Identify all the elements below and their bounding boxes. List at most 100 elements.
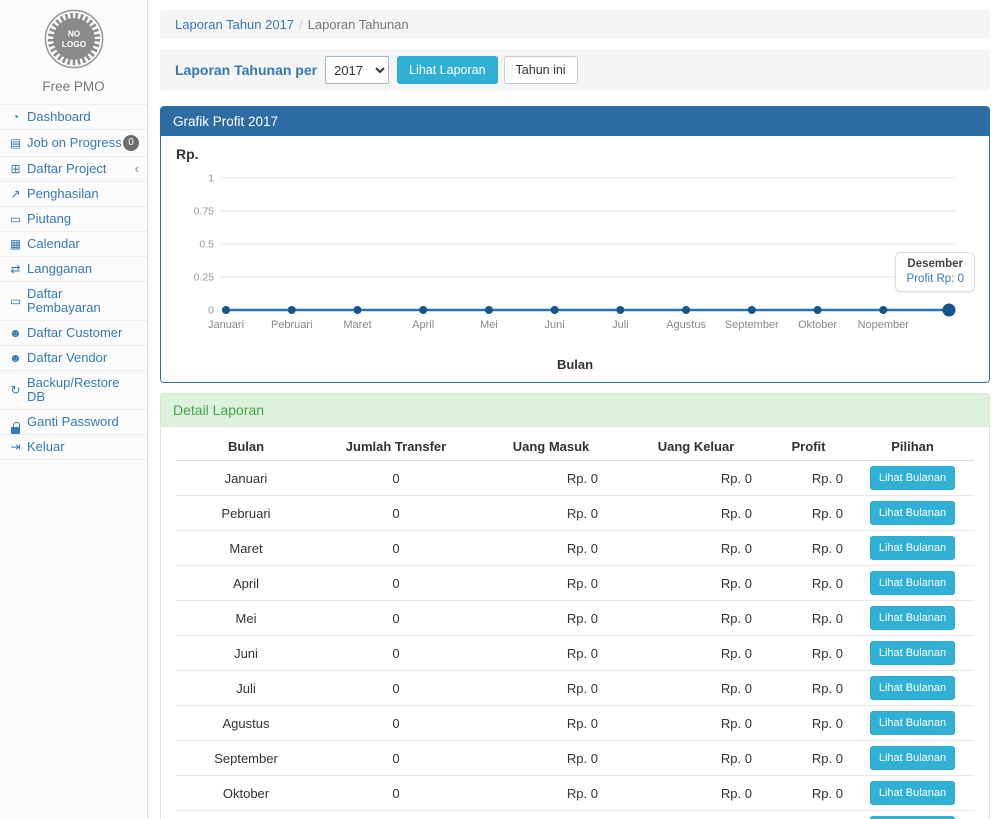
cell-jumlah-transfer: 0 [316,461,476,496]
x-axis-title: Bulan [175,357,975,372]
table-row: Juni0Rp. 0Rp. 0Rp. 0Lihat Bulanan [176,636,974,671]
sidebar-item-piutang[interactable]: ▭Piutang [0,207,147,232]
cell-jumlah-transfer: 0 [316,706,476,741]
toolbar-label: Laporan Tahunan per [175,62,317,78]
cell-bulan: Agustus [176,706,316,741]
y-tick-label: 0.75 [194,206,215,218]
report-toolbar: Laporan Tahunan per 2017 Lihat Laporan T… [160,49,990,91]
dashboard-icon: ◔ [7,110,24,124]
sidebar-item-job-on-progress[interactable]: ▤Job on Progress0 [0,130,147,157]
data-point-januari[interactable] [222,306,230,314]
sidebar-item-label: Langganan [27,262,92,276]
x-tick-label: April [412,319,434,331]
money-icon: ▭ [7,294,24,308]
sidebar-item-daftar-vendor[interactable]: ☻Daftar Vendor [0,346,147,371]
sidebar-item-dashboard[interactable]: ◔Dashboard [0,105,147,130]
data-point-oktober[interactable] [814,306,822,314]
lihat-bulanan-button[interactable]: Lihat Bulanan [870,711,955,735]
lihat-bulanan-button[interactable]: Lihat Bulanan [870,571,955,595]
sidebar-item-daftar-customer[interactable]: ☻Daftar Customer [0,321,147,346]
sidebar-item-daftar-project[interactable]: ⊞Daftar Project‹ [0,157,147,182]
lihat-bulanan-button[interactable]: Lihat Bulanan [870,676,955,700]
detail-laporan-panel: Detail Laporan BulanJumlah TransferUang … [160,393,990,819]
column-header-profit: Profit [766,433,851,461]
lihat-bulanan-button[interactable]: Lihat Bulanan [870,536,955,560]
cell-pilihan: Lihat Bulanan [851,671,974,706]
data-point-april[interactable] [419,306,427,314]
x-tick-label: Pebruari [271,319,313,331]
cell-jumlah-transfer: 0 [316,636,476,671]
sidebar-item-label: Piutang [27,212,71,226]
cell-uang-masuk: Rp. 0 [476,671,626,706]
data-point-mei[interactable] [485,306,493,314]
data-point-agustus[interactable] [682,306,690,314]
cell-uang-keluar: Rp. 0 [626,461,766,496]
data-point-nopember[interactable] [879,306,887,314]
cell-uang-keluar: Rp. 0 [626,531,766,566]
data-point-september[interactable] [748,306,756,314]
sidebar-item-ganti-password[interactable]: Ganti Password [0,410,147,435]
lihat-bulanan-button[interactable]: Lihat Bulanan [870,466,955,490]
sidebar-item-backup-restore-db[interactable]: ↻Backup/Restore DB [0,371,147,410]
cell-bulan: Nopember [176,811,316,819]
sidebar-item-label: Daftar Vendor [27,351,107,365]
cell-profit: Rp. 0 [766,601,851,636]
cell-jumlah-transfer: 0 [316,776,476,811]
cell-profit: Rp. 0 [766,706,851,741]
breadcrumb-current: Laporan Tahunan [308,17,409,32]
cell-uang-masuk: Rp. 0 [476,706,626,741]
cell-pilihan: Lihat Bulanan [851,741,974,776]
count-badge: 0 [123,135,139,151]
lihat-laporan-button[interactable]: Lihat Laporan [397,56,497,84]
logo-box: NO LOGO Free PMO [0,0,147,104]
data-point-maret[interactable] [353,306,361,314]
svg-text:NO: NO [67,30,80,39]
cell-pilihan: Lihat Bulanan [851,776,974,811]
lihat-bulanan-button[interactable]: Lihat Bulanan [870,606,955,630]
table-header-row: BulanJumlah TransferUang MasukUang Kelua… [176,433,974,461]
sidebar-item-langganan[interactable]: ⇄Langganan [0,257,147,282]
x-tick-label: Nopember [858,319,910,331]
sidebar-item-daftar-pembayaran[interactable]: ▭Daftar Pembayaran [0,282,147,321]
cell-uang-masuk: Rp. 0 [476,741,626,776]
sidebar-menu: ◔Dashboard▤Job on Progress0⊞Daftar Proje… [0,104,147,460]
cell-uang-keluar: Rp. 0 [626,741,766,776]
sidebar-item-label: Ganti Password [27,415,119,429]
table-row: Juli0Rp. 0Rp. 0Rp. 0Lihat Bulanan [176,671,974,706]
data-point-pebruari[interactable] [288,306,296,314]
sidebar-item-keluar[interactable]: ⇥Keluar [0,435,147,460]
lihat-bulanan-button[interactable]: Lihat Bulanan [870,501,955,525]
users-icon: ☻ [7,351,24,365]
table-icon: ⊞ [7,162,24,176]
cell-uang-keluar: Rp. 0 [626,496,766,531]
tahun-ini-button[interactable]: Tahun ini [504,56,578,84]
sidebar-item-penghasilan[interactable]: ↗Penghasilan [0,182,147,207]
cell-uang-masuk: Rp. 0 [476,601,626,636]
column-header-pilihan: Pilihan [851,433,974,461]
cell-pilihan: Lihat Bulanan [851,636,974,671]
cell-jumlah-transfer: 0 [316,671,476,706]
cell-jumlah-transfer: 0 [316,531,476,566]
data-point-juli[interactable] [616,306,624,314]
year-select[interactable]: 2017 [325,56,389,84]
x-tick-label: Juli [612,319,629,331]
data-point-desember[interactable] [943,304,956,317]
column-header-uang-masuk: Uang Masuk [476,433,626,461]
cell-uang-keluar: Rp. 0 [626,566,766,601]
lihat-bulanan-button[interactable]: Lihat Bulanan [870,746,955,770]
cell-jumlah-transfer: 0 [316,566,476,601]
sidebar-item-calendar[interactable]: ▦Calendar [0,232,147,257]
breadcrumb-link[interactable]: Laporan Tahun 2017 [175,17,294,32]
lihat-bulanan-button[interactable]: Lihat Bulanan [870,781,955,805]
no-logo-seal-icon: NO LOGO [43,8,105,70]
sidebar-item-label: Penghasilan [27,187,99,201]
cell-bulan: Januari [176,461,316,496]
cell-profit: Rp. 0 [766,531,851,566]
cell-bulan: Juni [176,636,316,671]
cell-uang-masuk: Rp. 0 [476,776,626,811]
x-tick-label: Oktober [798,319,837,331]
sidebar-item-label: Dashboard [27,110,91,124]
chart-body: Rp. 00.250.50.751JanuariPebruariMaretApr… [161,136,989,382]
lihat-bulanan-button[interactable]: Lihat Bulanan [870,641,955,665]
data-point-juni[interactable] [551,306,559,314]
